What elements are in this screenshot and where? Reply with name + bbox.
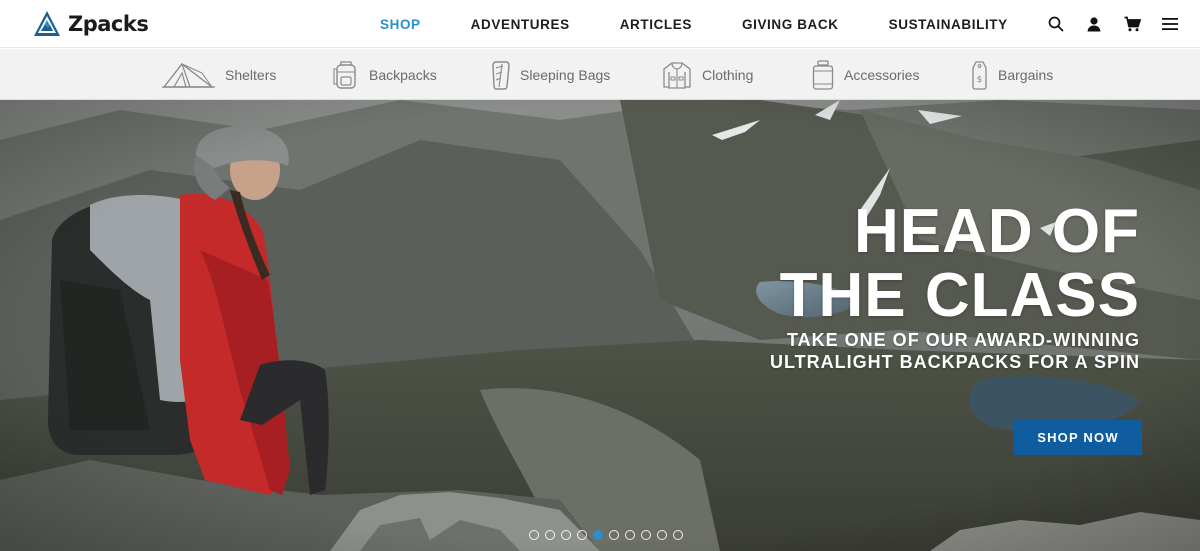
hero-title-line-2: THE CLASS [779,261,1140,330]
category-label-backpacks: Backpacks [369,66,437,83]
carousel-dot-8[interactable] [641,530,651,540]
hero-subtitle: TAKE ONE OF OUR AWARD-WINNING ULTRALIGHT… [700,329,1140,373]
category-label-accessories: Accessories [844,66,920,83]
svg-text:$: $ [977,75,983,85]
carousel-indicators [529,529,689,541]
carousel-dot-10[interactable] [673,530,683,540]
nav-articles[interactable]: ARTICLES [620,17,692,32]
carousel-dot-6[interactable] [609,530,619,540]
utility-icons [1030,12,1182,36]
hero-banner[interactable]: HEAD OF THE CLASS TAKE ONE OF OUR AWARD-… [0,100,1200,551]
carousel-dot-9[interactable] [657,530,667,540]
bottle-icon [812,59,834,90]
nav-sustainability[interactable]: SUSTAINABILITY [889,17,1008,32]
account-button[interactable] [1082,12,1106,36]
category-accessories[interactable]: Accessories [812,49,919,100]
cart-icon [1124,16,1141,32]
shop-now-button[interactable]: SHOP NOW [1014,420,1142,455]
category-shelters[interactable]: Shelters [162,49,276,100]
category-label-clothing: Clothing [702,66,754,83]
menu-icon [1162,18,1178,30]
category-clothing[interactable]: Clothing [662,49,753,100]
search-icon [1048,16,1064,32]
search-button[interactable] [1044,12,1068,36]
price-tag-icon: $ [972,60,987,90]
carousel-dot-5[interactable] [593,530,603,540]
carousel-dot-2[interactable] [545,530,555,540]
menu-button[interactable] [1158,12,1182,36]
cart-button[interactable] [1120,12,1144,36]
mountain-logo-icon [34,11,60,36]
category-label-bargains: Bargains [998,66,1054,83]
brand-logo[interactable]: Zpacks [32,9,149,39]
sleeping-bag-icon [492,60,510,90]
carousel-dot-4[interactable] [577,530,587,540]
category-sleeping-bags[interactable]: Sleeping Bags [491,49,610,100]
hero-subtitle-line-2: ULTRALIGHT BACKPACKS FOR A SPIN [770,352,1140,372]
backpack-icon [333,60,356,89]
category-bar: Shelters Backpacks Sleeping Bags Clothin… [0,49,1200,100]
jacket-icon [663,61,691,89]
category-label-sleeping-bags: Sleeping Bags [520,66,611,83]
account-icon [1087,17,1101,32]
nav-adventures[interactable]: ADVENTURES [471,17,570,32]
category-bargains[interactable]: $ Bargains [971,49,1053,100]
brand-name: Zpacks [68,12,149,36]
hero-title: HEAD OF THE CLASS [680,200,1140,328]
nav-shop[interactable]: SHOP [380,17,421,32]
carousel-dot-3[interactable] [561,530,571,540]
category-label-shelters: Shelters [225,66,277,83]
carousel-dot-7[interactable] [625,530,635,540]
hero-title-line-1: HEAD OF [854,197,1140,266]
carousel-dot-1[interactable] [529,530,539,540]
category-backpacks[interactable]: Backpacks [333,49,437,100]
nav-giving-back[interactable]: GIVING BACK [742,17,839,32]
tent-icon [162,62,215,88]
hero-subtitle-line-1: TAKE ONE OF OUR AWARD-WINNING [787,330,1140,350]
top-navigation-bar: Zpacks SHOP ADVENTURES ARTICLES GIVING B… [0,0,1200,48]
main-menu: SHOP ADVENTURES ARTICLES GIVING BACK SUS… [380,0,1058,48]
